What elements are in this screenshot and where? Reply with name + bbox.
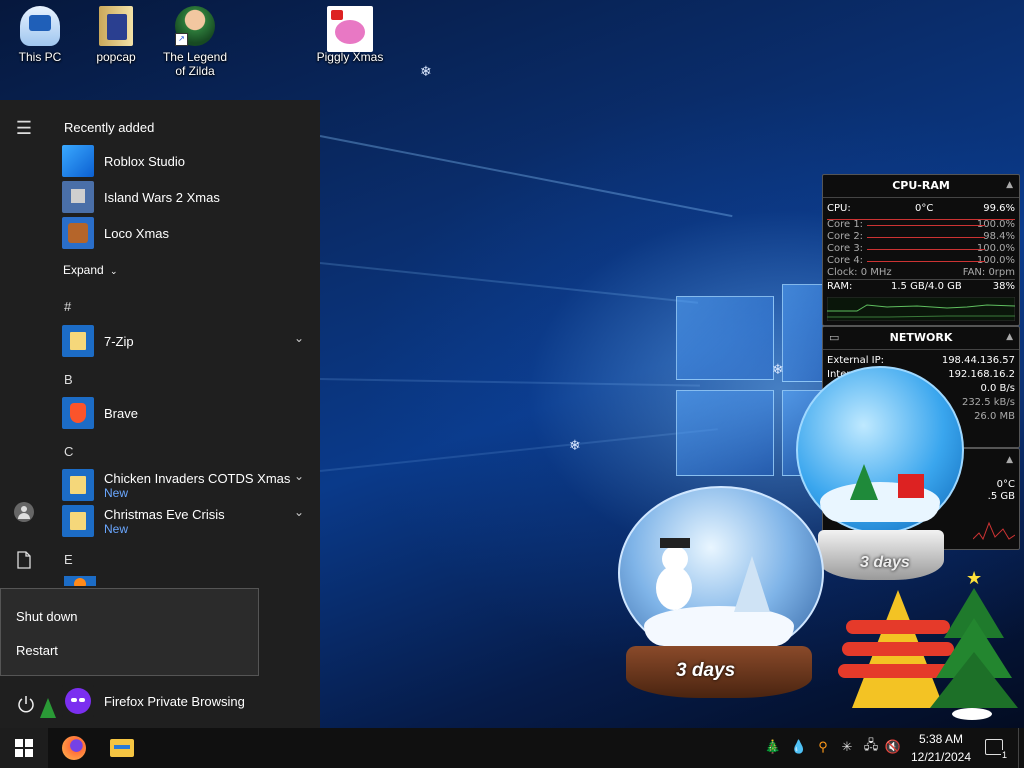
folder-icon	[110, 739, 134, 757]
computer-icon	[20, 6, 60, 46]
desktop-icon-this-pc[interactable]: This PC	[0, 6, 80, 64]
cpu-row: CPU: 0°C 99.6%	[827, 203, 1015, 214]
desktop-icon-legend-of-zilda[interactable]: ↗ The Legend of Zilda	[155, 6, 235, 78]
island-wars-icon	[62, 181, 94, 213]
notifications-count: 1	[1000, 750, 1008, 760]
tree-cursor-icon	[40, 698, 56, 718]
windows-logo-icon	[15, 739, 33, 757]
firefox-private-icon	[62, 685, 94, 717]
app-roblox-studio[interactable]: Roblox Studio	[62, 143, 312, 179]
folder-icon	[62, 505, 94, 537]
firefox-icon	[62, 736, 86, 760]
taskbar: 🎄 💧 ⚲ ✳ 🖧 🔇 5:38 AM 12/21/2024 1	[0, 728, 1024, 768]
ram-row: RAM: 1.5 GB/4.0 GB 38%	[827, 281, 1015, 292]
snowflake-icon: ❄	[569, 438, 581, 454]
desktop-icon-label: This PC	[18, 50, 62, 64]
show-desktop-button[interactable]	[1018, 728, 1024, 768]
collapse-arrow-icon[interactable]: ▲	[1006, 332, 1013, 342]
chevron-down-icon[interactable]: ⌄	[294, 469, 304, 483]
gadget-title: CPU-RAM	[823, 175, 1019, 198]
volume-muted-icon[interactable]: 🔇	[884, 738, 902, 756]
desktop-icon-popcap[interactable]: popcap	[76, 6, 156, 64]
collapse-arrow-icon[interactable]: ▲	[1006, 180, 1013, 190]
folder-icon	[99, 6, 133, 46]
notifications-icon[interactable]: 1	[984, 738, 1008, 760]
document-icon[interactable]	[8, 544, 40, 576]
app-brave[interactable]: Brave	[62, 395, 312, 431]
activity-graph	[973, 521, 1015, 541]
collapse-arrow-icon[interactable]: ▲	[1006, 455, 1013, 465]
app-7zip[interactable]: 7-Zip ⌄	[62, 323, 312, 359]
pig-icon	[327, 6, 373, 52]
loco-xmas-icon	[62, 217, 94, 249]
new-label: New	[104, 485, 129, 500]
snow-globe-left: 3 days	[614, 486, 824, 702]
chevron-down-icon: ⌄	[110, 266, 118, 276]
desktop-icon-label: The Legend of Zilda	[162, 50, 228, 78]
clock-date: 12/21/2024	[910, 750, 972, 764]
chevron-down-icon[interactable]: ⌄	[294, 505, 304, 519]
app-tray-icon[interactable]: 🎄	[764, 738, 782, 756]
snowflake-icon: ❄	[772, 362, 784, 378]
snowflake-tray-icon[interactable]: ✳	[838, 738, 856, 756]
desktop-icon-piggly-xmas[interactable]: Piggly Xmas	[310, 6, 390, 64]
file-explorer-taskbar-button[interactable]	[98, 728, 146, 768]
app-loco-xmas[interactable]: Loco Xmas	[62, 215, 312, 251]
chevron-down-icon[interactable]: ⌄	[294, 331, 304, 345]
gadget-title: ▭ NETWORK	[823, 327, 1019, 350]
desktop-icon-label: popcap	[96, 50, 136, 64]
folder-icon	[62, 325, 94, 357]
days-badge: 3 days	[676, 660, 736, 681]
power-icon[interactable]	[10, 688, 42, 720]
desktop-icon-label: Piggly Xmas	[316, 50, 384, 64]
user-avatar-icon[interactable]	[8, 496, 40, 528]
group-header-c[interactable]: C	[64, 444, 73, 459]
roblox-icon	[62, 145, 94, 177]
folder-icon	[62, 469, 94, 501]
brave-icon	[62, 397, 94, 429]
monitor-icon: ▭	[829, 331, 840, 344]
network-icon[interactable]: 🖧	[862, 737, 880, 756]
cpu-ram-gadget[interactable]: CPU-RAM ▲ CPU: 0°C 99.6% Core 1: 100.0% C…	[822, 174, 1020, 326]
snowflake-icon: ❄	[420, 64, 432, 80]
power-options-menu: Shut down Restart	[0, 588, 259, 676]
windows-logo-pane	[676, 296, 774, 380]
drop-tray-icon[interactable]: 💧	[790, 738, 808, 756]
ram-graph	[827, 297, 1015, 321]
expand-link[interactable]: Expand ⌄	[63, 263, 118, 277]
game-shortcut-icon: ↗	[175, 6, 215, 46]
start-button[interactable]	[0, 728, 48, 768]
windows-logo-pane	[676, 390, 774, 476]
group-header-b[interactable]: B	[64, 372, 73, 387]
recently-added-header: Recently added	[64, 120, 155, 135]
restart-option[interactable]: Restart	[16, 643, 58, 658]
group-header-e[interactable]: E	[64, 552, 73, 567]
clock-time: 5:38 AM	[918, 732, 964, 746]
hamburger-menu-icon[interactable]: ☰	[8, 112, 40, 144]
search-tray-icon[interactable]: ⚲	[814, 738, 832, 756]
app-chicken-invaders[interactable]: Chicken Invaders COTDS Xmas New ⌄	[62, 467, 312, 503]
shut-down-option[interactable]: Shut down	[16, 609, 77, 624]
clock[interactable]: 5:38 AM 12/21/2024	[906, 730, 976, 766]
christmas-tree: ★	[928, 568, 1020, 728]
new-label: New	[104, 521, 129, 536]
days-badge: 3 days	[860, 554, 910, 571]
group-header-hash[interactable]: #	[64, 299, 71, 314]
clock-row: Clock: 0 MHz FAN: 0rpm	[827, 267, 1015, 280]
app-firefox-private[interactable]: Firefox Private Browsing	[62, 683, 312, 719]
app-christmas-eve-crisis[interactable]: Christmas Eve Crisis New ⌄	[62, 503, 312, 539]
app-island-wars[interactable]: Island Wars 2 Xmas	[62, 179, 312, 215]
partial-app-tile	[64, 576, 96, 586]
firefox-taskbar-button[interactable]	[50, 728, 98, 768]
